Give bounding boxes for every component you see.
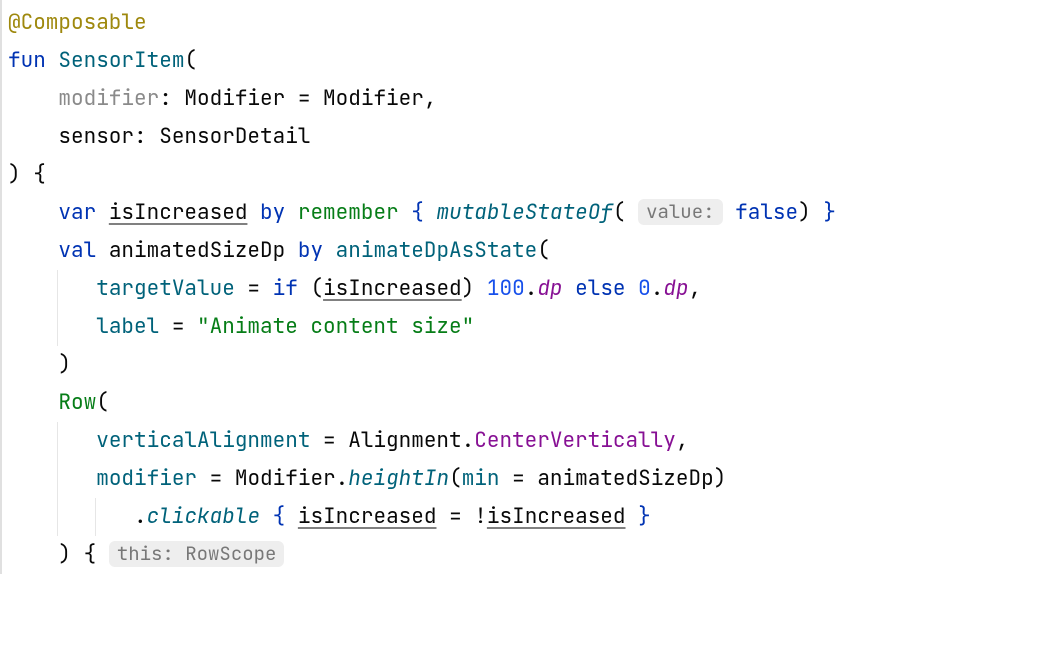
keyword-by: by xyxy=(260,199,285,226)
paren-brace: ) { xyxy=(58,541,96,568)
type: SensorDetail xyxy=(159,123,310,150)
brace-close: } xyxy=(823,199,836,226)
call-clickable: clickable xyxy=(147,503,260,530)
code-line: sensor: SensorDetail xyxy=(8,118,1040,156)
colon: : xyxy=(159,85,184,112)
literal-100: 100 xyxy=(487,275,525,302)
eq: = xyxy=(436,503,474,530)
annotation: @Composable xyxy=(8,9,147,36)
paren-close: ) xyxy=(462,275,475,302)
code-line: modifier = Modifier.heightIn(min = anima… xyxy=(8,460,1040,498)
code-line: fun SensorItem( xyxy=(8,42,1040,80)
param-sensor: sensor xyxy=(58,123,134,150)
code-line: ) { this: RowScope xyxy=(8,536,1040,574)
code-line: ) { xyxy=(8,156,1040,194)
dot: . xyxy=(651,275,664,302)
bang: ! xyxy=(474,503,487,530)
paren-close: ) xyxy=(714,465,727,492)
val-animatedSizeDp: animatedSizeDp xyxy=(109,237,285,264)
paren-open: ( xyxy=(96,389,109,416)
dot: . xyxy=(336,465,349,492)
prop-dp: dp xyxy=(537,275,562,302)
call-Row: Row xyxy=(58,389,96,416)
keyword-var: var xyxy=(58,199,96,226)
keyword-fun: fun xyxy=(8,47,46,74)
code-line: targetValue = if (isIncreased) 100.dp el… xyxy=(8,270,1040,308)
code-line: ) xyxy=(8,346,1040,384)
code-line: label = "Animate content size" xyxy=(8,308,1040,346)
comma: , xyxy=(676,427,689,454)
comma: , xyxy=(689,275,702,302)
param-modifier: modifier xyxy=(58,85,159,112)
inlay-hint-value: value: xyxy=(638,199,722,225)
paren-open: ( xyxy=(310,275,323,302)
eq: = xyxy=(285,85,323,112)
code-line: modifier: Modifier = Modifier, xyxy=(8,80,1040,118)
paren-brace: ) { xyxy=(8,161,46,188)
prop-dp: dp xyxy=(663,275,688,302)
function-name: SensorItem xyxy=(58,47,184,74)
keyword-by: by xyxy=(298,237,323,264)
dot: . xyxy=(134,503,147,530)
code-line: var isIncreased by remember { mutableSta… xyxy=(8,194,1040,232)
brace-close: } xyxy=(638,503,651,530)
dot: . xyxy=(462,427,475,454)
var-isIncreased: isIncreased xyxy=(109,199,248,226)
string-literal: "Animate content size" xyxy=(197,313,474,340)
code-line: @Composable xyxy=(8,4,1040,42)
paren-open: ( xyxy=(537,237,550,264)
code-line: Row( xyxy=(8,384,1040,422)
code-line: val animatedSizeDp by animateDpAsState( xyxy=(8,232,1040,270)
keyword-val: val xyxy=(58,237,96,264)
paren-open: ( xyxy=(184,47,197,74)
brace-open: { xyxy=(273,503,286,530)
brace-open: { xyxy=(411,199,424,226)
arg-verticalAlignment: verticalAlignment xyxy=(96,427,310,454)
arg-label: label xyxy=(96,313,159,340)
literal-false: false xyxy=(735,199,798,226)
eq: = xyxy=(500,465,538,492)
ref-Modifier: Modifier xyxy=(235,465,336,492)
inlay-hint-this: this: RowScope xyxy=(109,541,285,567)
call-remember: remember xyxy=(298,199,399,226)
dot: . xyxy=(525,275,538,302)
type: Modifier xyxy=(184,85,285,112)
rhs-isIncreased: isIncreased xyxy=(487,503,626,530)
code-line: .clickable { isIncreased = !isIncreased … xyxy=(8,498,1040,536)
literal-0: 0 xyxy=(638,275,651,302)
call-animateDpAsState: animateDpAsState xyxy=(336,237,538,264)
eq: = xyxy=(197,465,235,492)
ref-Alignment: Alignment xyxy=(348,427,461,454)
default: Modifier xyxy=(323,85,424,112)
eq: = xyxy=(159,313,197,340)
eq: = xyxy=(310,427,348,454)
close: ) xyxy=(798,199,811,226)
keyword-else: else xyxy=(575,275,625,302)
ref-isIncreased: isIncreased xyxy=(323,275,462,302)
lhs-isIncreased: isIncreased xyxy=(298,503,437,530)
paren-open: ( xyxy=(449,465,462,492)
prop-CenterVertically: CenterVertically xyxy=(474,427,676,454)
ref-animatedSizeDp: animatedSizeDp xyxy=(537,465,713,492)
code-editor[interactable]: @Composable fun SensorItem( modifier: Mo… xyxy=(0,0,1040,574)
arg-min: min xyxy=(462,465,500,492)
colon: : xyxy=(134,123,159,150)
keyword-if: if xyxy=(273,275,298,302)
arg-modifier: modifier xyxy=(96,465,197,492)
arg-targetValue: targetValue xyxy=(96,275,235,302)
paren-close: ) xyxy=(58,351,71,378)
call-mutableStateOf: mutableStateOf xyxy=(437,199,613,226)
call-heightIn: heightIn xyxy=(348,465,449,492)
comma: , xyxy=(424,85,437,112)
code-line: verticalAlignment = Alignment.CenterVert… xyxy=(8,422,1040,460)
eq: = xyxy=(235,275,273,302)
